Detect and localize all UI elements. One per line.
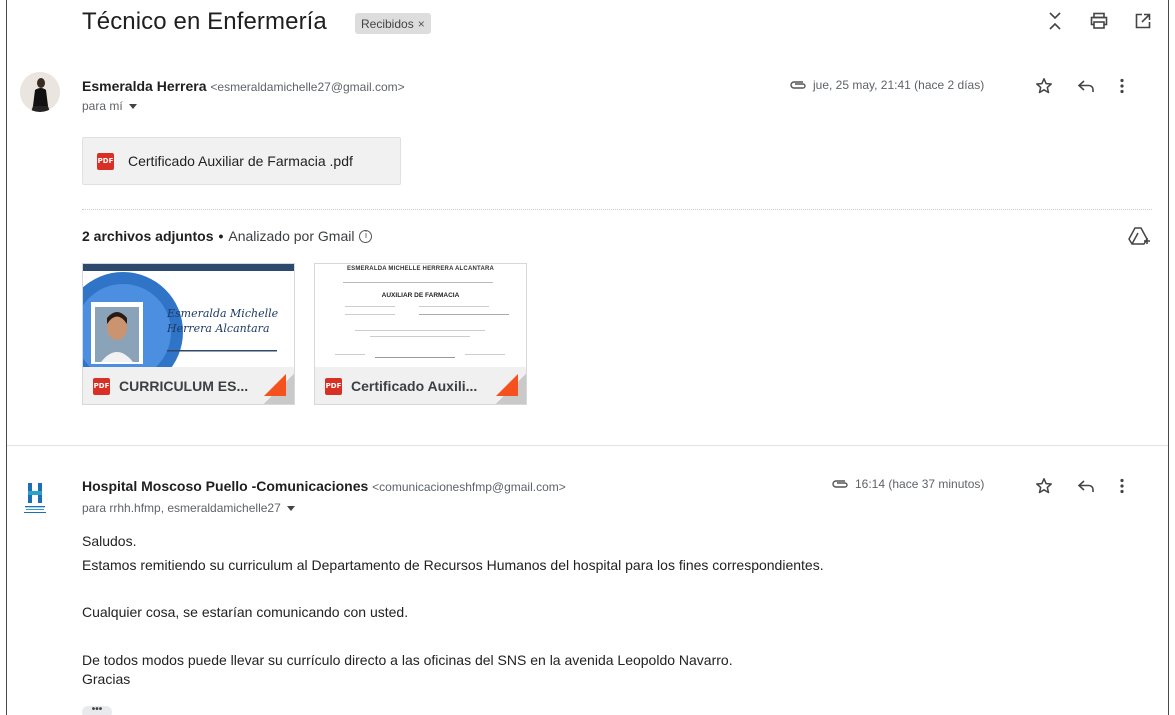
sender-name[interactable]: Esmeralda Herrera <box>82 78 207 94</box>
sender-email: <comunicacioneshfmp@gmail.com> <box>372 480 566 494</box>
sender-name[interactable]: Hospital Moscoso Puello -Comunicaciones <box>82 478 368 494</box>
label-chip-text: Recibidos <box>361 16 414 31</box>
scanned-by-gmail: Analizado por Gmail <box>228 228 355 244</box>
inline-attachment-name: Certificado Auxiliar de Farmacia .pdf <box>128 153 353 169</box>
pdf-icon: PDF <box>325 377 342 395</box>
star-icon[interactable] <box>1035 477 1053 500</box>
recipients-text: para mí <box>82 99 123 113</box>
certificado-preview-subtitle: AUXILIAR DE FARMACIA <box>381 292 460 299</box>
avatar-esmeralda[interactable] <box>20 72 60 112</box>
message2-date: 16:14 (hace 37 minutos) <box>855 477 985 491</box>
thread-toolbar <box>1045 10 1153 32</box>
message2-actions <box>1035 477 1125 500</box>
message1-sender: Esmeralda Herrera <esmeraldamichelle27@g… <box>82 78 405 94</box>
reply-icon[interactable] <box>1077 79 1095 98</box>
show-trimmed-content-button[interactable]: ••• <box>82 705 112 715</box>
message2-sender: Hospital Moscoso Puello -Comunicaciones … <box>82 478 566 494</box>
paperclip-icon <box>790 81 806 89</box>
body-line: Estamos remitiendo su curriculum al Depa… <box>82 557 824 573</box>
body-line: Gracias <box>82 671 131 687</box>
star-icon[interactable] <box>1035 77 1053 100</box>
pdf-corner-marker <box>496 374 518 396</box>
attachments-separator <box>82 209 1152 210</box>
print-icon[interactable] <box>1089 10 1109 32</box>
message2-recipients[interactable]: para rrhh.hfmp, esmeraldamichelle27 <box>82 501 295 515</box>
hospital-logo[interactable] <box>23 481 47 515</box>
message1-actions <box>1035 77 1125 100</box>
curriculum-preview-name: Esmeralda Michelle Herrera Alcantara <box>167 307 279 335</box>
certificado-thumbnail: ESMERALDA MICHELLE HERRERA ALCANTARA AUX… <box>315 264 526 367</box>
add-to-drive-icon[interactable] <box>1128 226 1152 251</box>
more-vert-icon[interactable] <box>1119 478 1125 499</box>
pdf-corner-marker <box>264 374 286 396</box>
attachment-name: CURRICULUM ES... <box>119 378 249 394</box>
curriculum-thumbnail: Esmeralda Michelle Herrera Alcantara <box>83 264 294 367</box>
message1-date: jue, 25 may, 21:41 (hace 2 días) <box>813 78 985 92</box>
label-remove-icon[interactable]: × <box>418 17 425 31</box>
body-line: Cualquier cosa, se estarían comunicando … <box>82 604 409 620</box>
more-vert-icon[interactable] <box>1119 78 1125 99</box>
body-line: De todos modos puede llevar su currículo… <box>82 652 733 668</box>
certificado-preview-title: ESMERALDA MICHELLE HERRERA ALCANTARA <box>346 266 495 272</box>
sender-email: <esmeraldamichelle27@gmail.com> <box>210 80 405 94</box>
recipients-text: para rrhh.hfmp, esmeraldamichelle27 <box>82 501 281 515</box>
attachment-footer: PDF Certificado Auxili... <box>315 367 526 404</box>
pdf-icon: PDF <box>97 152 114 170</box>
open-in-new-window-icon[interactable] <box>1133 10 1153 32</box>
attachment-footer: PDF CURRICULUM ES... <box>83 367 294 404</box>
window-border-right <box>1168 0 1169 715</box>
chevron-down-icon[interactable] <box>128 103 137 109</box>
window-border-left <box>6 0 7 715</box>
attachments-header: 2 archivos adjuntos • Analizado por Gmail… <box>82 228 373 244</box>
thread-subject: Técnico en Enfermería <box>82 8 327 35</box>
message2-meta: 16:14 (hace 37 minutos) <box>831 477 984 491</box>
message1-recipients[interactable]: para mí <box>82 99 137 113</box>
inline-attachment-chip[interactable]: PDF Certificado Auxiliar de Farmacia .pd… <box>82 137 401 185</box>
chevron-down-icon[interactable] <box>286 505 295 511</box>
attachments-bullet: • <box>218 228 224 244</box>
body-line: Saludos. <box>82 533 137 549</box>
pdf-icon: PDF <box>93 377 110 395</box>
reply-icon[interactable] <box>1077 479 1095 498</box>
info-icon[interactable]: i <box>359 229 373 243</box>
label-chip-inbox[interactable]: Recibidos × <box>355 13 431 34</box>
attachment-card-curriculum[interactable]: Esmeralda Michelle Herrera Alcantara PDF… <box>82 263 295 405</box>
paperclip-icon <box>832 480 848 488</box>
attachments-count: 2 archivos adjuntos <box>82 228 214 244</box>
message-divider <box>7 445 1168 446</box>
message1-meta: jue, 25 may, 21:41 (hace 2 días) <box>789 78 984 92</box>
attachment-name: Certificado Auxili... <box>351 378 478 394</box>
attachment-card-certificado[interactable]: ESMERALDA MICHELLE HERRERA ALCANTARA AUX… <box>314 263 527 405</box>
collapse-all-icon[interactable] <box>1045 10 1065 32</box>
